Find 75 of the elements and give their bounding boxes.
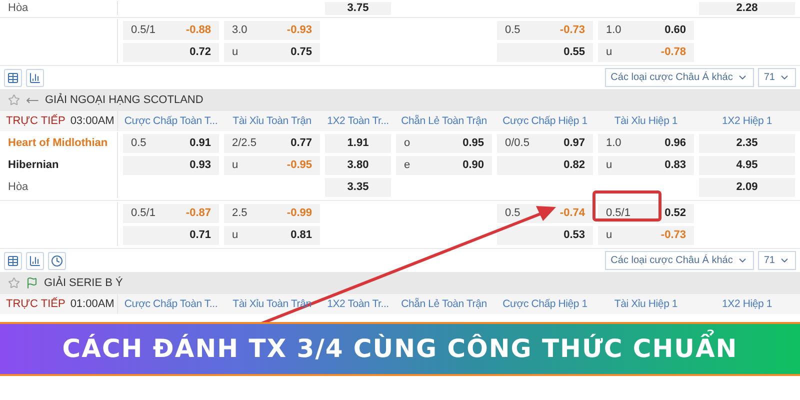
odds-cell[interactable]: 0.53 [497,226,593,244]
odds-cell[interactable]: 0.72 [123,42,219,62]
toolbar-button[interactable] [4,252,22,270]
odds-cell[interactable]: 2.28 [699,2,795,14]
odds-cell[interactable]: 0.71 [123,226,219,244]
column-header: Tài Xỉu Toàn Trận [232,114,312,128]
chart-icon [29,254,41,266]
star-icon[interactable] [8,94,20,106]
column-header: 1X2 Toàn Tr... [326,297,390,311]
odds-cell[interactable]: u 0.81 [224,226,320,244]
team-name: Hòa [7,181,28,193]
toolbar-button[interactable] [4,68,22,86]
table-icon [7,254,19,266]
odds-cell[interactable]: o 0.95 [396,134,492,152]
odds-cell[interactable]: 1.0 0.96 [598,134,694,152]
odds-cell[interactable]: 2.09 [699,178,795,196]
bet-type-dropdown[interactable]: Các loại cược Châu Á khác [604,68,754,87]
star-icon[interactable] [8,277,20,289]
odds-cell[interactable]: 1.0 0.60 [598,20,694,40]
odds-cell[interactable]: u 0.83 [598,156,694,174]
toolbar-button[interactable] [48,252,66,270]
clock-icon [51,254,63,266]
match-time: 01:00AM [70,298,114,310]
column-header: Cược Chấp Hiệp 1 [502,114,588,128]
count-dropdown[interactable]: 71 [758,68,796,87]
column-header: Cược Chấp Toàn T... [123,297,219,311]
odds-cell[interactable]: 0.5/1 -0.87 [123,204,219,222]
highlight-rectangle [592,190,662,222]
team-name: Hibernian [7,159,59,171]
odds-cell[interactable]: u -0.95 [224,156,320,174]
odds-cell[interactable]: 0.82 [497,156,593,174]
league-name: GIẢI SERIE B Ý [44,277,123,289]
odds-cell[interactable]: 0.5 0.91 [123,134,219,152]
table-icon [7,72,19,84]
odds-cell[interactable]: 0.93 [123,156,219,174]
odds-cell[interactable]: e 0.90 [396,156,492,174]
column-header: Cược Chấp Hiệp 1 [502,297,588,311]
odds-cell[interactable]: u -0.78 [598,42,694,62]
odds-cell[interactable]: 0/0.5 0.97 [497,134,593,152]
odds-cell[interactable]: 2.5 -0.99 [224,204,320,222]
odds-cell[interactable]: 2.35 [699,134,795,152]
odds-cell[interactable]: u 0.75 [224,42,320,62]
team-name: Hòa [7,2,28,14]
column-header: Tài Xỉu Hiệp 1 [613,114,679,128]
chart-icon [29,72,41,84]
odds-cell[interactable]: 3.80 [325,156,391,174]
toolbar-button[interactable] [26,252,44,270]
odds-cell[interactable]: 3.75 [325,2,391,14]
odds-cell[interactable]: 0.5/1 -0.88 [123,20,219,40]
column-header: 1X2 Hiệp 1 [721,297,773,311]
league-name: GIẢI NGOẠI HẠNG SCOTLAND [45,94,204,106]
bet-type-dropdown[interactable]: Các loại cược Châu Á khác [604,251,754,270]
column-header: Tài Xỉu Toàn Trận [232,297,312,311]
column-header: Tài Xỉu Hiệp 1 [613,297,679,311]
team-name: Heart of Midlothian [7,137,108,149]
odds-cell[interactable]: 1.91 [325,134,391,152]
odds-cell[interactable]: u -0.73 [598,226,694,244]
odds-cell[interactable]: 4.95 [699,156,795,174]
match-time: 03:00AM [70,115,114,127]
toolbar-button[interactable] [26,68,44,86]
live-status: TRỰC TIẾP [5,298,66,310]
odds-cell[interactable]: 2/2.5 0.77 [224,134,320,152]
column-header: Cược Chấp Toàn T... [123,114,219,128]
live-status: TRỰC TIẾP [5,115,66,127]
column-header: Chẵn Lẻ Toàn Trận [400,114,488,128]
count-dropdown[interactable]: 71 [758,251,796,270]
odds-cell[interactable]: 0.5 -0.73 [497,20,593,40]
odds-cell[interactable]: 3.35 [325,178,391,196]
column-header: 1X2 Toàn Tr... [326,114,390,128]
flag-icon [26,277,38,289]
odds-cell[interactable]: 0.55 [497,42,593,62]
column-header: 1X2 Hiệp 1 [721,114,773,128]
banner-title: CÁCH ĐÁNH TX 3/4 CÙNG CÔNG THỨC CHUẨN [62,329,738,369]
odds-cell[interactable]: 3.0 -0.93 [224,20,320,40]
column-header: Chẵn Lẻ Toàn Trận [400,297,488,311]
